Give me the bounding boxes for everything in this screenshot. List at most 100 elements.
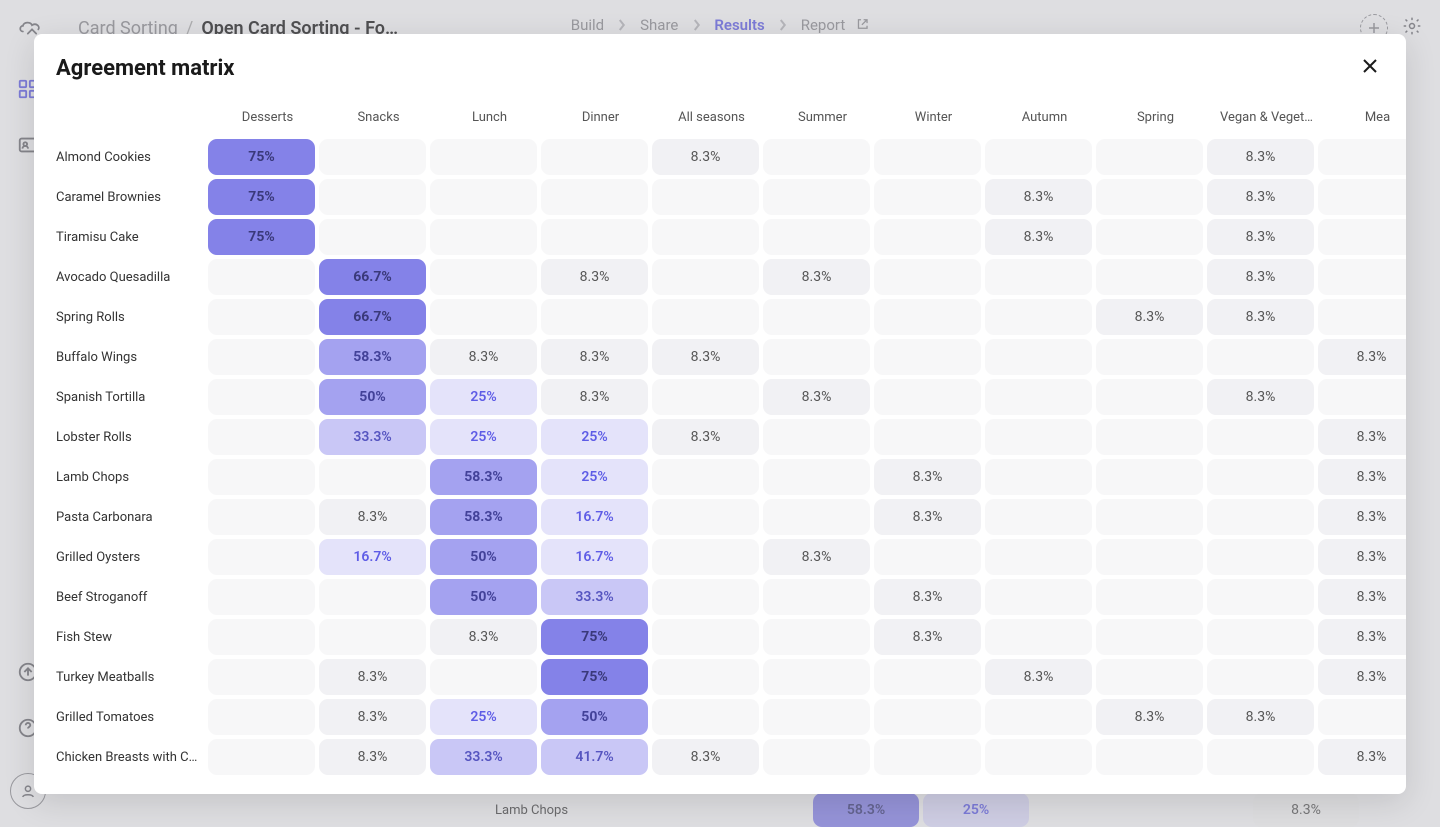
matrix-cell[interactable]	[1096, 499, 1203, 535]
matrix-cell[interactable]: 8.3%	[874, 459, 981, 495]
matrix-cell[interactable]	[985, 419, 1092, 455]
matrix-cell[interactable]: 33.3%	[541, 579, 648, 615]
matrix-cell[interactable]: 8.3%	[1096, 699, 1203, 735]
matrix-row-header[interactable]: Lobster Rolls	[56, 430, 208, 445]
matrix-cell[interactable]: 8.3%	[985, 179, 1092, 215]
matrix-cell[interactable]	[430, 259, 537, 295]
matrix-cell[interactable]: 8.3%	[319, 659, 426, 695]
matrix-cell[interactable]	[208, 299, 315, 335]
matrix-cell[interactable]	[1318, 299, 1406, 335]
matrix-cell[interactable]	[985, 459, 1092, 495]
matrix-cell[interactable]	[763, 419, 870, 455]
matrix-cell[interactable]	[1207, 459, 1314, 495]
matrix-cell[interactable]	[985, 259, 1092, 295]
matrix-cell[interactable]: 8.3%	[1207, 179, 1314, 215]
matrix-cell[interactable]: 50%	[430, 539, 537, 575]
matrix-cell[interactable]	[541, 299, 648, 335]
matrix-row-header[interactable]: Grilled Oysters	[56, 550, 208, 565]
matrix-row-header[interactable]: Spanish Tortilla	[56, 390, 208, 405]
matrix-cell[interactable]: 25%	[430, 419, 537, 455]
close-icon[interactable]	[1356, 52, 1384, 84]
matrix-cell[interactable]	[763, 179, 870, 215]
matrix-cell[interactable]: 58.3%	[319, 339, 426, 375]
matrix-cell[interactable]: 8.3%	[1318, 459, 1406, 495]
matrix-cell[interactable]	[652, 299, 759, 335]
matrix-cell[interactable]: 8.3%	[652, 139, 759, 175]
matrix-cell[interactable]	[430, 179, 537, 215]
matrix-cell[interactable]: 25%	[430, 699, 537, 735]
matrix-cell[interactable]	[1096, 139, 1203, 175]
matrix-row-header[interactable]: Spring Rolls	[56, 310, 208, 325]
matrix-row-header[interactable]: Lamb Chops	[56, 470, 208, 485]
matrix-cell[interactable]	[208, 619, 315, 655]
matrix-cell[interactable]: 8.3%	[1318, 659, 1406, 695]
matrix-cell[interactable]	[1096, 179, 1203, 215]
matrix-cell[interactable]	[985, 499, 1092, 535]
matrix-row-header[interactable]: Chicken Breasts with Cr…	[56, 750, 208, 765]
matrix-cell[interactable]	[874, 659, 981, 695]
matrix-cell[interactable]	[208, 459, 315, 495]
matrix-row-header[interactable]: Avocado Quesadilla	[56, 270, 208, 285]
matrix-cell[interactable]	[208, 539, 315, 575]
matrix-cell[interactable]: 16.7%	[541, 499, 648, 535]
matrix-cell[interactable]	[1207, 419, 1314, 455]
matrix-cell[interactable]: 50%	[430, 579, 537, 615]
matrix-cell[interactable]	[763, 339, 870, 375]
matrix-cell[interactable]	[430, 299, 537, 335]
matrix-cell[interactable]	[874, 539, 981, 575]
matrix-cell[interactable]	[874, 339, 981, 375]
matrix-cell[interactable]	[985, 619, 1092, 655]
matrix-cell[interactable]: 16.7%	[541, 539, 648, 575]
matrix-cell[interactable]	[874, 739, 981, 775]
matrix-cell[interactable]	[763, 139, 870, 175]
matrix-cell[interactable]	[652, 219, 759, 255]
matrix-cell[interactable]	[652, 499, 759, 535]
matrix-cell[interactable]	[208, 739, 315, 775]
matrix-cell[interactable]	[874, 419, 981, 455]
matrix-cell[interactable]: 8.3%	[1207, 139, 1314, 175]
matrix-column-header[interactable]: Vegan & Veget…	[1211, 96, 1322, 139]
matrix-cell[interactable]	[1096, 459, 1203, 495]
matrix-cell[interactable]: 8.3%	[763, 259, 870, 295]
matrix-cell[interactable]: 8.3%	[1207, 379, 1314, 415]
matrix-column-header[interactable]: All seasons	[656, 96, 767, 139]
matrix-row-header[interactable]: Turkey Meatballs	[56, 670, 208, 685]
matrix-column-header[interactable]: Lunch	[434, 96, 545, 139]
matrix-cell[interactable]: 8.3%	[1318, 579, 1406, 615]
matrix-cell[interactable]: 8.3%	[1318, 339, 1406, 375]
matrix-column-header[interactable]: Winter	[878, 96, 989, 139]
matrix-cell[interactable]	[1096, 419, 1203, 455]
matrix-cell[interactable]	[874, 379, 981, 415]
matrix-cell[interactable]	[1096, 579, 1203, 615]
matrix-cell[interactable]	[208, 699, 315, 735]
matrix-cell[interactable]	[652, 259, 759, 295]
matrix-cell[interactable]: 8.3%	[1318, 619, 1406, 655]
matrix-row-header[interactable]: Fish Stew	[56, 630, 208, 645]
matrix-cell[interactable]: 50%	[319, 379, 426, 415]
matrix-cell[interactable]: 25%	[430, 379, 537, 415]
matrix-cell[interactable]: 8.3%	[985, 219, 1092, 255]
matrix-cell[interactable]: 16.7%	[319, 539, 426, 575]
matrix-cell[interactable]	[985, 339, 1092, 375]
matrix-cell[interactable]	[763, 299, 870, 335]
matrix-cell[interactable]	[430, 139, 537, 175]
matrix-cell[interactable]: 8.3%	[1318, 739, 1406, 775]
matrix-cell[interactable]	[208, 339, 315, 375]
matrix-cell[interactable]	[652, 579, 759, 615]
matrix-cell[interactable]	[874, 299, 981, 335]
matrix-cell[interactable]	[652, 459, 759, 495]
matrix-cell[interactable]	[763, 659, 870, 695]
matrix-cell[interactable]	[1318, 179, 1406, 215]
matrix-cell[interactable]: 75%	[208, 139, 315, 175]
matrix-cell[interactable]: 8.3%	[1207, 299, 1314, 335]
matrix-cell[interactable]: 8.3%	[541, 259, 648, 295]
matrix-column-header[interactable]: Desserts	[212, 96, 323, 139]
matrix-cell[interactable]: 66.7%	[319, 299, 426, 335]
matrix-cell[interactable]: 41.7%	[541, 739, 648, 775]
matrix-cell[interactable]: 33.3%	[319, 419, 426, 455]
matrix-cell[interactable]	[985, 579, 1092, 615]
matrix-cell[interactable]	[652, 179, 759, 215]
matrix-cell[interactable]: 8.3%	[985, 659, 1092, 695]
matrix-cell[interactable]	[1096, 379, 1203, 415]
matrix-cell[interactable]: 8.3%	[430, 619, 537, 655]
